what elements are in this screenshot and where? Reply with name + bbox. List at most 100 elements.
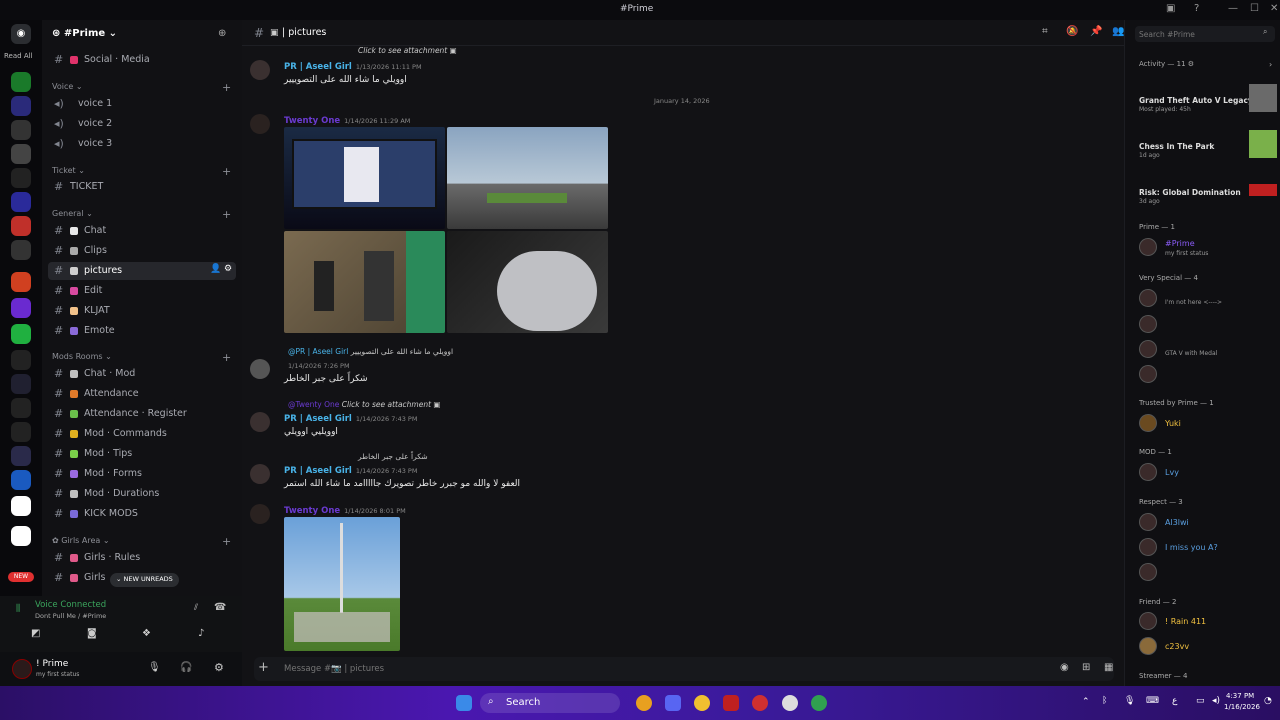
signal-icon[interactable]: ⫼ [16, 604, 20, 614]
server-icon[interactable] [11, 216, 31, 236]
invite-icon[interactable]: 👤 [210, 264, 221, 274]
microphone-icon[interactable]: 🎙 [148, 662, 161, 673]
emoji-icon[interactable]: ▦ [1104, 662, 1113, 673]
server-icon[interactable] [11, 240, 31, 260]
member-item[interactable]: Al3lwi [1139, 513, 1279, 533]
activity-card[interactable]: Chess In The Park 1d ago [1125, 126, 1280, 166]
server-icon[interactable] [11, 298, 31, 318]
reply-preview[interactable]: @Twenty One Click to see attachment ▣ [288, 400, 441, 409]
help-icon[interactable]: ? [1194, 3, 1199, 14]
app-icon[interactable] [694, 695, 710, 711]
avatar[interactable] [12, 659, 32, 679]
server-icon[interactable] [11, 350, 31, 370]
reply-preview[interactable]: شكراً على جبر الخاطر [358, 452, 428, 461]
bluetooth-icon[interactable]: ᛒ [1102, 696, 1107, 706]
channel-attendance[interactable]: # Attendance [48, 385, 236, 403]
notification-icon[interactable]: ◔ [1264, 696, 1272, 706]
server-icon[interactable] [11, 72, 31, 92]
attachment-image[interactable] [447, 231, 608, 333]
activity-card[interactable]: Risk: Global Domination 3d ago [1125, 172, 1280, 212]
headphones-icon[interactable]: 🎧 [180, 662, 192, 673]
avatar[interactable] [250, 412, 270, 432]
clock-date[interactable]: 1/16/2026 [1224, 703, 1260, 711]
reply-preview[interactable]: @PR | Aseel Girl اوويلي ما شاء الله على … [288, 347, 453, 356]
channel-ticket[interactable]: # TICKET [48, 178, 236, 196]
member-item[interactable] [1139, 365, 1279, 385]
member-item[interactable]: #Prime my first status [1139, 238, 1279, 258]
server-name[interactable]: ⊛ #Prime ⌄ [52, 28, 117, 39]
channel-pictures[interactable]: # pictures 👤 ⚙ [48, 262, 236, 280]
message-author[interactable]: PR | Aseel Girl 1/13/2026 11:11 PM [284, 62, 422, 72]
network-icon[interactable]: ▭ [1196, 696, 1205, 706]
taskbar-search[interactable]: ⌕ Search [480, 693, 620, 713]
keyboard-icon[interactable]: ⌨ [1146, 696, 1159, 706]
voice-channel-3[interactable]: ◂) voice 3 [48, 135, 236, 153]
channel-mod-forms[interactable]: # Mod · Forms [48, 465, 236, 483]
channel-attendance-register[interactable]: # Attendance · Register [48, 405, 236, 423]
channel-mod-durations[interactable]: # Mod · Durations [48, 485, 236, 503]
threads-icon[interactable]: ⌗ [1042, 26, 1048, 37]
inbox-icon[interactable]: ▣ [1166, 3, 1175, 14]
avatar[interactable] [250, 114, 270, 134]
server-icon[interactable] [11, 446, 31, 466]
category-voice[interactable]: Voice ⌄ + [52, 81, 231, 94]
gift-icon[interactable]: ◉ [1060, 662, 1069, 673]
member-item[interactable]: GTA V with Medal [1139, 340, 1279, 360]
notifications-icon[interactable]: 🔕 [1066, 26, 1078, 37]
member-item[interactable]: ! Rain 411 [1139, 612, 1279, 632]
add-channel-icon[interactable]: + [222, 81, 231, 94]
server-icon[interactable] [11, 120, 31, 140]
server-icon[interactable] [11, 470, 31, 490]
add-channel-icon[interactable]: + [222, 208, 231, 221]
channel-kick-mods[interactable]: # KICK MODS [48, 505, 236, 523]
avatar[interactable] [250, 504, 270, 524]
new-unreads-pill[interactable]: ⌄ NEW UNREADS [110, 573, 179, 587]
activity-card[interactable]: Grand Theft Auto V Legacy Most played: 4… [1125, 80, 1280, 120]
server-icon[interactable] [11, 144, 31, 164]
clock-time[interactable]: 4:37 PM [1226, 692, 1254, 700]
server-icon[interactable] [11, 272, 31, 292]
app-icon[interactable] [752, 695, 768, 711]
category-mods-rooms[interactable]: Mods Rooms ⌄ + [52, 351, 231, 364]
app-icon[interactable] [723, 695, 739, 711]
message-author[interactable]: 1/14/2026 7:26 PM [284, 361, 350, 371]
soundboard-icon[interactable]: ♪ [198, 628, 204, 639]
member-item[interactable] [1139, 563, 1279, 583]
member-item[interactable]: I miss you A? [1139, 538, 1279, 558]
search-box[interactable]: ⌕ [1135, 26, 1275, 42]
voice-channel-1[interactable]: ◂) voice 1 [48, 95, 236, 113]
channel-chat-mod[interactable]: # Chat · Mod [48, 365, 236, 383]
gear-icon[interactable]: ⚙ [214, 661, 224, 674]
member-item[interactable]: Lvy [1139, 463, 1279, 483]
attachment-image[interactable] [284, 231, 445, 333]
server-icon[interactable] [11, 168, 31, 188]
channel-mod-tips[interactable]: # Mod · Tips [48, 445, 236, 463]
channel-girls-rules[interactable]: # Girls · Rules [48, 549, 236, 567]
camera-icon[interactable]: ◩ [31, 628, 40, 639]
server-icon[interactable] [11, 96, 31, 116]
message-author[interactable]: PR | Aseel Girl 1/14/2026 7:43 PM [284, 466, 417, 476]
member-item[interactable]: c23vv [1139, 637, 1279, 657]
server-icon[interactable] [11, 496, 31, 516]
add-channel-icon[interactable]: + [222, 351, 231, 364]
channel-clips[interactable]: # Clips [48, 242, 236, 260]
activities-icon[interactable]: ❖ [142, 628, 151, 639]
reply-preview[interactable]: Click to see attachment ▣ [358, 46, 457, 55]
add-attachment-button[interactable]: + [258, 660, 269, 675]
discord-home-icon[interactable]: ◉ [11, 24, 31, 44]
chrome-icon[interactable] [811, 695, 827, 711]
server-icon[interactable] [11, 526, 31, 546]
channel-emote[interactable]: # Emote [48, 322, 236, 340]
category-general[interactable]: General ⌄ + [52, 208, 231, 221]
member-list-icon[interactable]: 👥 [1112, 26, 1124, 37]
gear-icon[interactable]: ⚙ [224, 264, 232, 274]
discord-icon[interactable] [665, 695, 681, 711]
disconnect-icon[interactable]: ☎ [214, 602, 226, 613]
microphone-icon[interactable]: 🎙 [1124, 696, 1135, 706]
attachment-image[interactable] [447, 127, 608, 229]
message-input[interactable] [284, 661, 964, 677]
windows-start-icon[interactable] [456, 695, 472, 711]
chevron-up-icon[interactable]: ⌃ [1082, 697, 1090, 707]
language-indicator[interactable]: ع [1172, 696, 1177, 706]
avatar[interactable] [250, 60, 270, 80]
